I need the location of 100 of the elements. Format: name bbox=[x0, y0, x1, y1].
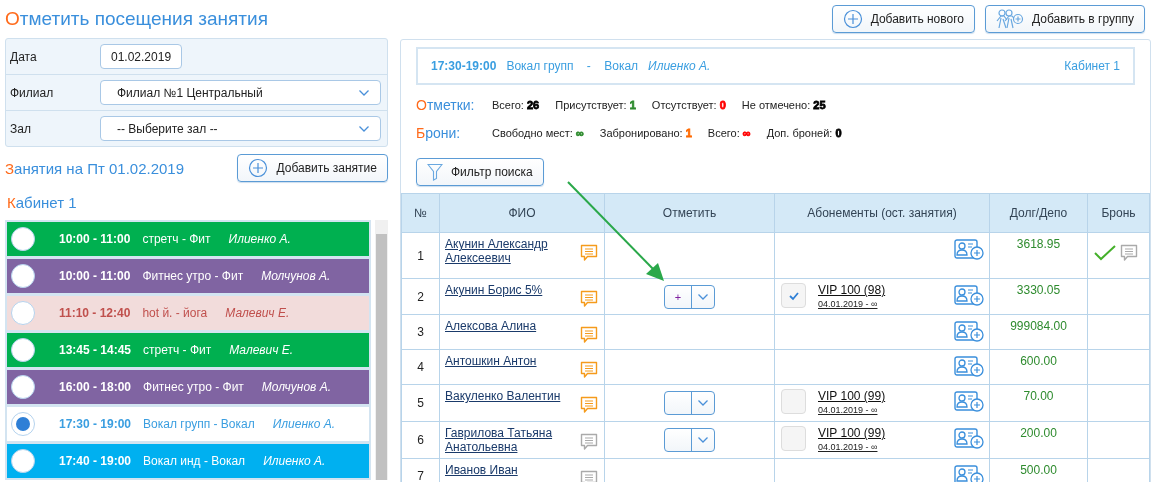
checkbox[interactable] bbox=[781, 389, 806, 414]
lesson-time: 10:00 - 11:00 bbox=[59, 232, 131, 246]
scrollbar[interactable] bbox=[375, 220, 388, 480]
stat-value: 1 bbox=[685, 127, 692, 139]
field-label: Дата bbox=[10, 49, 38, 64]
subscription-link[interactable]: VIP 100 (99) bbox=[818, 389, 886, 403]
stat-label: Всего: bbox=[707, 127, 740, 139]
lesson-name: hot й. - йога bbox=[142, 306, 208, 320]
contact-card-add-icon[interactable] bbox=[954, 356, 984, 378]
select-field[interactable]: -- Выберите зал -- bbox=[100, 116, 381, 141]
plus-circle-icon bbox=[248, 158, 269, 178]
group-add-icon bbox=[996, 9, 1024, 29]
row-number: 7 bbox=[401, 458, 440, 482]
column-header: Отметить bbox=[604, 193, 775, 233]
lesson-time: 16:00 - 18:00 bbox=[59, 380, 132, 394]
contact-card-add-icon[interactable] bbox=[954, 321, 984, 343]
mark-dropdown[interactable] bbox=[664, 428, 715, 452]
stat-label: Присутствует: bbox=[555, 99, 627, 111]
chevron-down-icon bbox=[697, 399, 709, 407]
stat-value: 1 bbox=[629, 99, 636, 111]
lesson-time: 17:40 - 19:00 bbox=[59, 454, 132, 468]
radio-button[interactable] bbox=[11, 301, 35, 325]
contact-card-add-icon[interactable] bbox=[954, 428, 984, 450]
contact-card-add-icon[interactable] bbox=[954, 465, 984, 482]
funnel-icon bbox=[427, 163, 443, 181]
lesson-name: стретч - Фит bbox=[142, 232, 211, 246]
stat-value: ∞ bbox=[575, 127, 584, 139]
mark-dropdown[interactable] bbox=[664, 391, 715, 415]
check-icon bbox=[787, 290, 800, 301]
lesson-item[interactable]: 10:00 - 11:00 Фитнес утро - Фит Молчунов А. bbox=[7, 259, 370, 293]
comment-icon[interactable] bbox=[579, 432, 599, 452]
debt-cell: 3618.95 bbox=[989, 232, 1088, 279]
debt-cell: 600.00 bbox=[989, 349, 1088, 385]
stat-value: 0 bbox=[835, 127, 842, 139]
teacher-name: Илиенко А. bbox=[272, 417, 336, 431]
comment-icon[interactable] bbox=[579, 360, 599, 380]
date-field[interactable]: 01.02.2019 bbox=[100, 44, 183, 69]
add-button[interactable]: Добавить в группу bbox=[985, 5, 1145, 33]
lesson-category: Вокал bbox=[604, 59, 639, 73]
checkbox[interactable] bbox=[781, 426, 806, 451]
subscription-period: 04.01.2019 - ∞ bbox=[818, 442, 879, 452]
mark-dropdown[interactable]: + bbox=[664, 284, 715, 309]
lesson-name: стретч - Фит bbox=[143, 343, 212, 357]
stat-value: 25 bbox=[813, 99, 826, 111]
radio-button[interactable] bbox=[11, 338, 35, 362]
radio-button[interactable] bbox=[11, 264, 35, 288]
plus-circle-icon bbox=[842, 9, 863, 29]
lesson-time: 11:10 - 12:40 bbox=[59, 306, 131, 320]
lesson-item[interactable]: 11:10 - 12:40 hot й. - йога Малевич Е. bbox=[7, 296, 370, 330]
radio-button[interactable] bbox=[11, 412, 35, 436]
contact-card-add-icon[interactable] bbox=[954, 239, 984, 261]
teacher-name: Илиенко А. bbox=[263, 454, 326, 468]
room-title: Кабинет 1 bbox=[7, 194, 78, 211]
column-header: Долг/Депо bbox=[989, 193, 1088, 233]
lesson-name: Фитнес утро - Фит bbox=[143, 380, 244, 394]
comment-icon[interactable] bbox=[579, 325, 599, 345]
comment-icon[interactable] bbox=[579, 395, 599, 415]
teacher-name: Илиенко А. bbox=[648, 59, 711, 73]
radio-button[interactable] bbox=[11, 375, 35, 399]
page-title: Отметить посещения занятия bbox=[5, 8, 268, 30]
subscription-link[interactable]: VIP 100 (99) bbox=[818, 426, 886, 440]
stats-label: Брони: bbox=[416, 125, 462, 141]
lesson-time: 13:45 - 14:45 bbox=[59, 343, 132, 357]
stat-label: Всего: bbox=[492, 99, 524, 111]
stats-label: Отметки: bbox=[416, 97, 476, 113]
stat-label: Свободно мест: bbox=[492, 127, 573, 139]
radio-button[interactable] bbox=[11, 227, 35, 251]
stat-label: Забронировано: bbox=[599, 127, 683, 139]
comment-icon[interactable] bbox=[579, 289, 599, 309]
teacher-name: Малевич Е. bbox=[225, 306, 290, 320]
subscription-link[interactable]: VIP 100 (98) bbox=[818, 283, 886, 297]
row-number: 6 bbox=[401, 421, 440, 459]
comment-icon[interactable] bbox=[1119, 243, 1139, 263]
debt-cell: 200.00 bbox=[989, 421, 1088, 459]
select-field[interactable]: Филиал №1 Центральный bbox=[100, 80, 381, 105]
comment-icon[interactable] bbox=[579, 243, 599, 263]
column-header: Бронь bbox=[1087, 193, 1150, 233]
add-lesson-button[interactable]: Добавить занятие bbox=[237, 154, 388, 182]
contact-card-add-icon[interactable] bbox=[954, 391, 984, 413]
stat-value: ∞ bbox=[742, 127, 751, 139]
checkbox[interactable] bbox=[781, 283, 806, 308]
row-number: 3 bbox=[401, 314, 440, 350]
lesson-name: Фитнес утро - Фит bbox=[142, 269, 244, 283]
column-header: Абонементы (ост. занятия) bbox=[774, 193, 990, 233]
add-button[interactable]: Добавить нового bbox=[831, 5, 975, 33]
lesson-item[interactable]: 16:00 - 18:00 Фитнес утро - Фит Молчунов А. bbox=[7, 370, 370, 404]
radio-button[interactable] bbox=[11, 449, 35, 473]
field-label: Зал bbox=[10, 121, 32, 136]
contact-card-add-icon[interactable] bbox=[954, 285, 984, 307]
subscription-period: 04.01.2019 - ∞ bbox=[818, 405, 879, 415]
teacher-name: Молчунов А. bbox=[261, 380, 332, 394]
teacher-name: Молчунов А. bbox=[261, 269, 331, 283]
search-filter-button[interactable]: Фильтр поиска bbox=[416, 158, 544, 186]
stat-value: 0 bbox=[719, 99, 726, 111]
lesson-name: Вокал групп bbox=[506, 59, 574, 73]
column-header: № bbox=[401, 193, 440, 233]
stat-label: Отсутствует: bbox=[651, 99, 717, 111]
lesson-time: 17:30 - 19:00 bbox=[59, 417, 132, 431]
chevron-down-icon bbox=[358, 124, 370, 133]
subscription-period: 04.01.2019 - ∞ bbox=[818, 299, 879, 309]
